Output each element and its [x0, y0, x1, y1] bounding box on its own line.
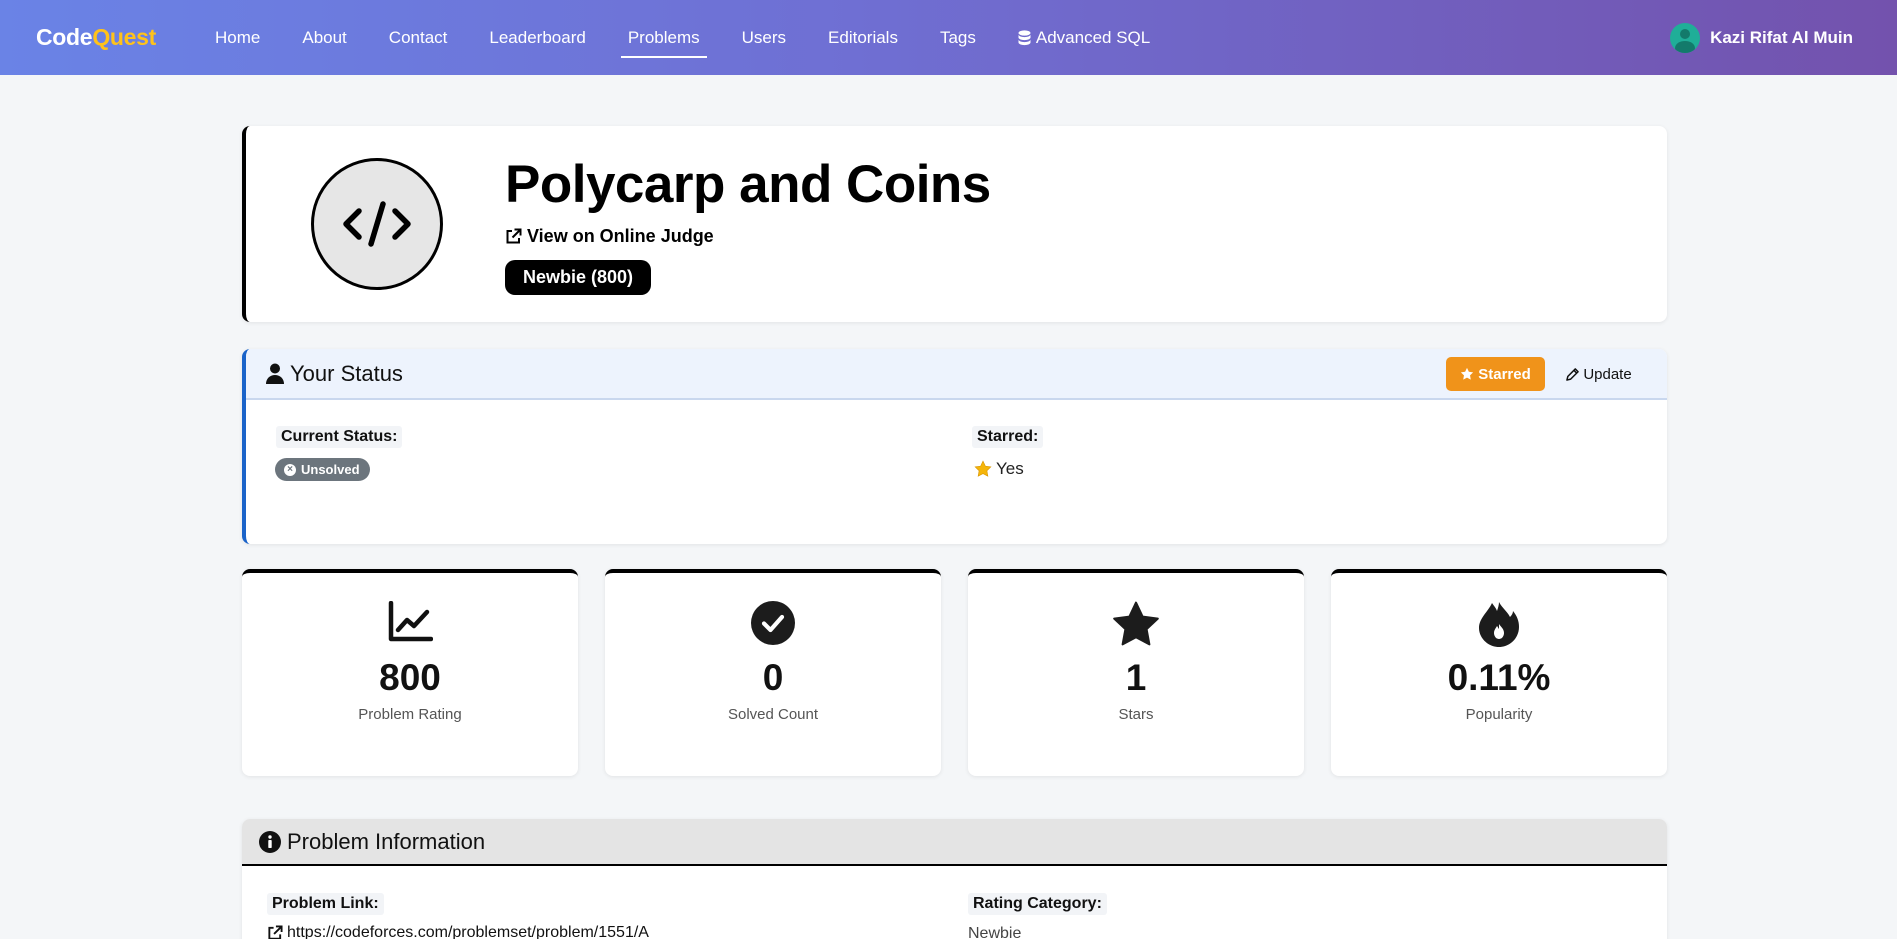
online-judge-link-label: View on Online Judge: [527, 226, 714, 246]
brand-logo[interactable]: CodeQuest: [36, 24, 156, 51]
database-icon: [1018, 29, 1031, 45]
avatar: [1670, 22, 1701, 53]
stat-value: 800: [379, 657, 441, 698]
times-circle-icon: ×: [284, 463, 296, 476]
stat-value: 1: [1125, 657, 1147, 698]
nav-about[interactable]: About: [302, 0, 346, 75]
star-icon: [1461, 367, 1474, 380]
code-icon: [311, 158, 443, 290]
update-button[interactable]: Update: [1559, 357, 1639, 391]
problem-link-label: Problem Link:: [267, 893, 384, 915]
stat-card-popularity: 0.11% Popularity: [1331, 569, 1667, 776]
problem-link-url: https://codeforces.com/problemset/proble…: [287, 924, 649, 939]
nav-contact[interactable]: Contact: [389, 0, 448, 75]
status-title: Your Status: [290, 360, 403, 386]
fire-icon: [1331, 601, 1667, 647]
external-link-icon: [268, 925, 283, 939]
nav-links: Home About Contact Leaderboard Problems …: [194, 0, 1171, 75]
nav-tags[interactable]: Tags: [940, 0, 976, 75]
problem-header-card: Polycarp and Coins View on Online Judge …: [242, 126, 1667, 322]
info-title: Problem Information: [287, 828, 486, 854]
unsolved-badge-label: Unsolved: [301, 462, 360, 477]
current-status-label: Current Status:: [276, 426, 403, 448]
star-icon: [968, 601, 1304, 647]
stat-caption: Problem Rating: [358, 706, 462, 723]
online-judge-link[interactable]: View on Online Judge: [505, 226, 714, 247]
nav-users[interactable]: Users: [742, 0, 786, 75]
stat-card-stars: 1 Stars: [968, 569, 1304, 776]
problem-information-card: Problem Information Problem Link: https:…: [242, 819, 1667, 939]
starred-value-text: Yes: [996, 459, 1024, 478]
starred-value: Yes: [974, 459, 1024, 479]
user-icon: [266, 363, 284, 384]
starred-button[interactable]: Starred: [1446, 357, 1545, 391]
your-status-card: Your Status Starred Update Current Statu…: [242, 349, 1667, 544]
nav-advanced-sql[interactable]: Advanced SQL: [1018, 0, 1150, 75]
brand-main-text: Code: [36, 24, 93, 50]
stat-card-solved: 0 Solved Count: [605, 569, 941, 776]
brand-accent-text: Quest: [92, 24, 156, 50]
problem-title: Polycarp and Coins: [505, 155, 991, 214]
nav-problems[interactable]: Problems: [620, 0, 707, 75]
top-navbar: CodeQuest Home About Contact Leaderboard…: [0, 0, 1897, 75]
unsolved-badge: × Unsolved: [275, 458, 370, 481]
external-link-icon: [506, 228, 522, 244]
chart-line-icon: [242, 601, 578, 643]
stat-caption: Stars: [1118, 706, 1154, 723]
stat-value: 0.11%: [1447, 657, 1551, 698]
rating-category-value: Newbie: [968, 925, 1022, 939]
check-circle-icon: [605, 601, 941, 645]
user-menu[interactable]: Kazi Rifat Al Muin: [1670, 0, 1853, 75]
update-button-label: Update: [1583, 365, 1632, 383]
star-icon: [974, 460, 992, 477]
nav-advanced-sql-label: Advanced SQL: [1035, 27, 1151, 47]
problem-link[interactable]: https://codeforces.com/problemset/proble…: [267, 924, 649, 939]
nav-leaderboard[interactable]: Leaderboard: [489, 0, 585, 75]
stat-value: 0: [762, 657, 784, 698]
nav-editorials[interactable]: Editorials: [828, 0, 898, 75]
rating-category-label: Rating Category:: [968, 893, 1107, 915]
user-name: Kazi Rifat Al Muin: [1710, 27, 1853, 47]
pencil-icon: [1566, 367, 1580, 381]
nav-home[interactable]: Home: [215, 0, 260, 75]
info-header: Problem Information: [242, 819, 1667, 866]
stat-card-rating: 800 Problem Rating: [242, 569, 578, 776]
stat-caption: Popularity: [1465, 706, 1533, 723]
info-circle-icon: [259, 830, 281, 853]
starred-button-label: Starred: [1478, 365, 1531, 383]
stat-caption: Solved Count: [727, 706, 819, 723]
starred-label: Starred:: [972, 426, 1044, 448]
difficulty-badge: Newbie (800): [505, 260, 652, 295]
